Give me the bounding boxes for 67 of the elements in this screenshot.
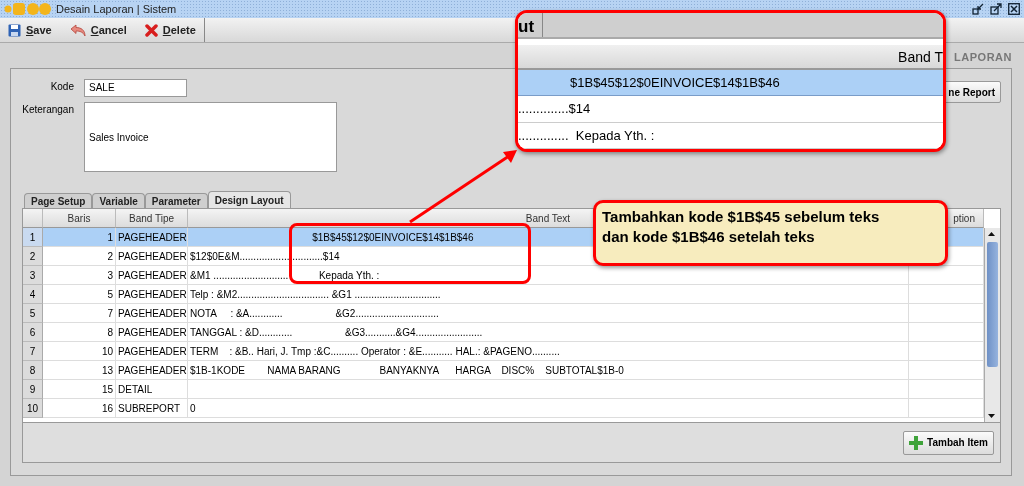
table-cell: NOTA : &A............ &G2.............................. [188, 304, 909, 323]
row-number: 9 [23, 380, 43, 399]
table-cell: 1 [43, 228, 116, 247]
row-number: 7 [23, 342, 43, 361]
table-cell: PAGEHEADER [116, 342, 188, 361]
row-number: 1 [23, 228, 43, 247]
table-cell: .............. Kepada Yth. : [518, 122, 943, 149]
section-title: LAPORAN [954, 51, 1012, 63]
note-callout: Tambahkan kode $1B$45 sebelum teks dan kode $1B$46 setelah teks [593, 200, 948, 266]
table-cell: PAGEHEADER [116, 285, 188, 304]
table-cell: PAGEHEADER [116, 247, 188, 266]
table-cell: 0 [188, 399, 909, 418]
row-number: 3 [23, 266, 43, 285]
row-number: 5 [23, 304, 43, 323]
window-title: Desain Laporan | Sistem [56, 3, 181, 15]
tab[interactable]: Parameter [144, 193, 208, 208]
table-cell: TERM : &B.. Hari, J. Tmp :&C.......... Operator : &E........... HAL.: &PAGENO.......... [188, 342, 909, 361]
tab[interactable]: Design Layout [207, 191, 291, 208]
table-cell: 13 [43, 361, 116, 380]
table-cell: 16 [43, 399, 116, 418]
keterangan-field[interactable]: Sales Invoice [84, 102, 337, 172]
table-cell: ..............$14 [518, 96, 943, 123]
kode-field[interactable]: SALE [84, 79, 187, 97]
table-cell: 2 [43, 247, 116, 266]
table-cell: &M1 ........................... Kepada Yth. : [188, 266, 909, 285]
kode-label: Kode [49, 80, 74, 94]
table-cell: 15 [43, 380, 116, 399]
delete-button[interactable]: Delete [144, 23, 196, 37]
table-cell: $1B-1KODE NAMA BARANG BANYAKNYA HARGA DISC% SUBTOTAL$1B-0 [188, 361, 909, 380]
table-cell: 10 [43, 342, 116, 361]
table-cell: 5 [43, 285, 116, 304]
table-cell: 8 [43, 323, 116, 342]
table-cell: DETAIL [116, 380, 188, 399]
cancel-button[interactable]: Cancel [69, 23, 127, 37]
undo-arrow-icon [69, 23, 86, 37]
table-cell: TANGGAL : &D............ &G3...........&G4........................ [188, 323, 909, 342]
close-icon[interactable] [1008, 3, 1020, 15]
column-header[interactable]: Band Text [525, 212, 571, 224]
table-cell: PAGEHEADER [116, 304, 188, 323]
row-number: 10 [23, 399, 43, 418]
table-cell: Telp : &M2................................. &G1 ............................... [188, 285, 909, 304]
add-item-button[interactable]: Tambah Item [903, 430, 994, 455]
table-cell: $1B$45$12$0EINVOICE$14$1B$46 [518, 69, 943, 97]
delete-x-icon [144, 23, 158, 37]
plus-icon [909, 435, 924, 450]
column-header[interactable]: ption [953, 212, 975, 224]
tab[interactable]: Page Setup [24, 193, 93, 208]
table-cell: 7 [43, 304, 116, 323]
row-number: 4 [23, 285, 43, 304]
table-cell: PAGEHEADER [116, 228, 188, 247]
row-number: 2 [23, 247, 43, 266]
scrollbar[interactable] [984, 228, 1000, 422]
maximize-icon[interactable] [990, 3, 1002, 15]
row-number: 8 [23, 361, 43, 380]
table-cell: PAGEHEADER [116, 266, 188, 285]
save-button[interactable]: Save [8, 23, 52, 37]
table-cell: 3 [43, 266, 116, 285]
scroll-thumb[interactable] [987, 242, 998, 367]
minimize-icon[interactable] [972, 3, 984, 15]
table-cell: SUBREPORT [116, 399, 188, 418]
row-number: 6 [23, 323, 43, 342]
logo-icon [4, 2, 52, 16]
column-header: Band T [898, 48, 943, 65]
table-cell: PAGEHEADER [116, 361, 188, 380]
tab[interactable]: Variable [92, 193, 145, 208]
table-cell: PAGEHEADER [116, 323, 188, 342]
keterangan-label: Keterangan [22, 103, 74, 117]
